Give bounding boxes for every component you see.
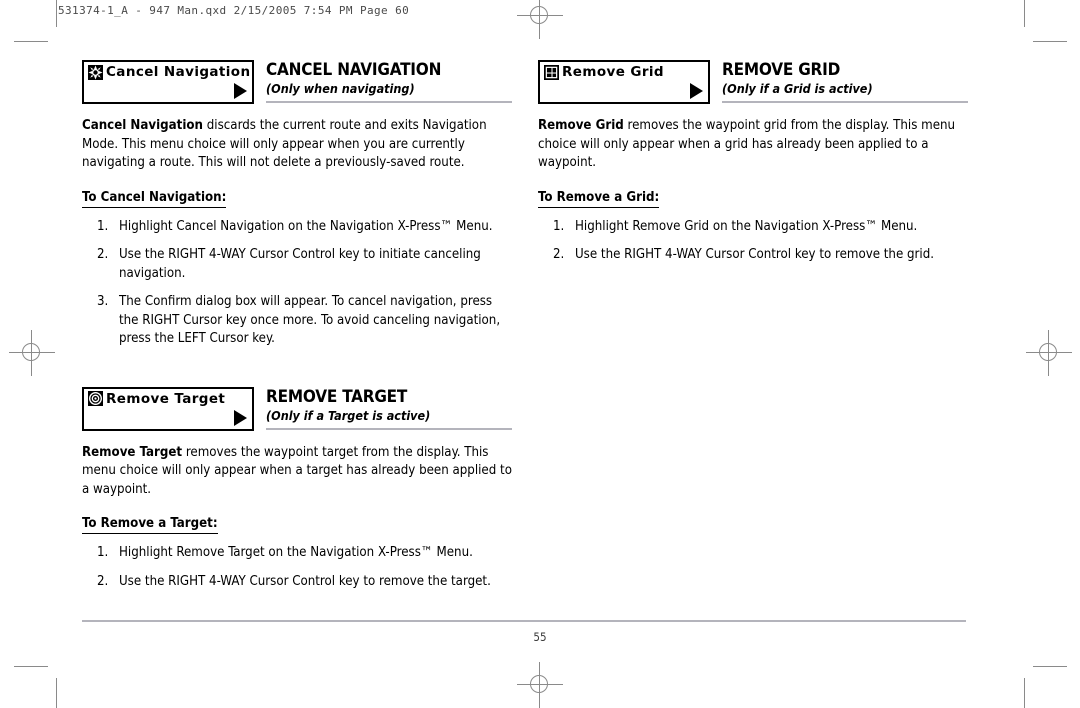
section-body: Remove Grid removes the waypoint grid fr…: [538, 117, 968, 173]
step-number: 2.: [97, 247, 109, 262]
menu-chip-cancel-navigation[interactable]: Cancel Navigation: [82, 60, 254, 104]
step-number: 2.: [553, 247, 565, 262]
right-arrow-icon: [690, 83, 703, 99]
list-item: 3. The Confirm dialog box will appear. To…: [82, 293, 512, 349]
procedure-title: To Cancel Navigation:: [82, 189, 227, 208]
procedure-steps: 1. Highlight Cancel Navigation on the Nav…: [82, 218, 512, 349]
menu-chip-remove-target[interactable]: Remove Target: [82, 386, 254, 431]
list-item: 2. Use the RIGHT 4-WAY Cursor Control key…: [82, 573, 512, 592]
step-text: The Confirm dialog box will appear. To c…: [119, 294, 501, 346]
chip-row: Remove Grid: [544, 64, 664, 80]
list-item: 2. Use the RIGHT 4-WAY Cursor Control key…: [82, 246, 512, 283]
step-number: 1.: [97, 545, 109, 560]
section-header: Cancel Navigation CANCEL NAVIGATION (Onl…: [82, 60, 512, 106]
step-text: Use the RIGHT 4-WAY Cursor Control key t…: [119, 247, 481, 281]
section-rule: [266, 101, 512, 103]
chip-row: Cancel Navigation: [88, 64, 251, 80]
page-number: 55: [533, 630, 547, 644]
list-item: 1. Highlight Cancel Navigation on the Nav…: [82, 218, 512, 237]
procedure-steps: 1. Highlight Remove Grid on the Navigatio…: [538, 218, 968, 265]
document-page: Cancel Navigation CANCEL NAVIGATION (Onl…: [0, 0, 1080, 708]
step-number: 3.: [97, 294, 109, 309]
section-body: Remove Target removes the waypoint targe…: [82, 444, 512, 500]
body-lead-term: Cancel Navigation: [82, 118, 203, 133]
step-text: Highlight Remove Grid on the Navigation …: [575, 218, 918, 234]
section-rule: [266, 427, 512, 430]
step-text: Use the RIGHT 4-WAY Cursor Control key t…: [119, 573, 491, 589]
right-arrow-icon: [234, 83, 247, 99]
list-item: 1. Highlight Remove Target on the Navigat…: [82, 544, 512, 563]
section-heading-text: REMOVE GRID (Only if a Grid is active): [722, 60, 968, 96]
footer-rule: [82, 620, 966, 622]
procedure-title: To Remove a Grid:: [538, 189, 660, 208]
menu-chip-remove-grid[interactable]: Remove Grid: [538, 60, 710, 104]
section-title: REMOVE TARGET: [266, 386, 408, 407]
section-body: Cancel Navigation discards the current r…: [82, 117, 512, 173]
right-arrow-icon: [234, 409, 247, 426]
section-remove-target: Remove Target REMOVE TARGET (Only if a T…: [82, 386, 512, 592]
compass-rose-icon: [88, 64, 103, 80]
section-rule: [722, 101, 968, 103]
step-number: 1.: [97, 218, 109, 234]
step-number: 1.: [553, 218, 565, 234]
target-icon: [88, 391, 103, 406]
section-subtitle: (Only when navigating): [266, 81, 415, 96]
step-text: Highlight Remove Target on the Navigatio…: [119, 545, 473, 560]
section-heading-text: CANCEL NAVIGATION (Only when navigating): [266, 60, 512, 96]
section-title: REMOVE GRID: [722, 60, 841, 80]
section-title: CANCEL NAVIGATION: [266, 60, 442, 80]
grid-icon: [544, 64, 559, 80]
section-cancel-navigation: Cancel Navigation CANCEL NAVIGATION (Onl…: [82, 60, 512, 349]
chip-label: Remove Target: [106, 390, 226, 407]
procedure-steps: 1. Highlight Remove Target on the Navigat…: [82, 544, 512, 591]
section-subtitle: (Only if a Grid is active): [722, 81, 873, 96]
chip-row: Remove Target: [88, 391, 225, 407]
chip-label: Remove Grid: [562, 64, 664, 80]
list-item: 1. Highlight Remove Grid on the Navigatio…: [538, 218, 968, 237]
section-header: Remove Grid REMOVE GRID (Only if a Grid …: [538, 60, 968, 106]
section-remove-grid: Remove Grid REMOVE GRID (Only if a Grid …: [538, 60, 968, 265]
column-right: Remove Grid REMOVE GRID (Only if a Grid …: [538, 60, 968, 269]
column-left: Cancel Navigation CANCEL NAVIGATION (Onl…: [82, 60, 512, 595]
step-text: Use the RIGHT 4-WAY Cursor Control key t…: [575, 247, 935, 262]
list-item: 2. Use the RIGHT 4-WAY Cursor Control key…: [538, 246, 968, 265]
procedure-title: To Remove a Target:: [82, 515, 218, 534]
body-lead-term: Remove Target: [82, 444, 183, 460]
section-header: Remove Target REMOVE TARGET (Only if a T…: [82, 386, 512, 433]
body-lead-term: Remove Grid: [538, 118, 624, 133]
step-text: Highlight Cancel Navigation on the Navig…: [119, 218, 493, 234]
section-heading-text: REMOVE TARGET (Only if a Target is activ…: [266, 387, 512, 423]
chip-label: Cancel Navigation: [106, 64, 251, 80]
step-number: 2.: [97, 573, 109, 589]
section-subtitle: (Only if a Target is active): [266, 407, 431, 423]
